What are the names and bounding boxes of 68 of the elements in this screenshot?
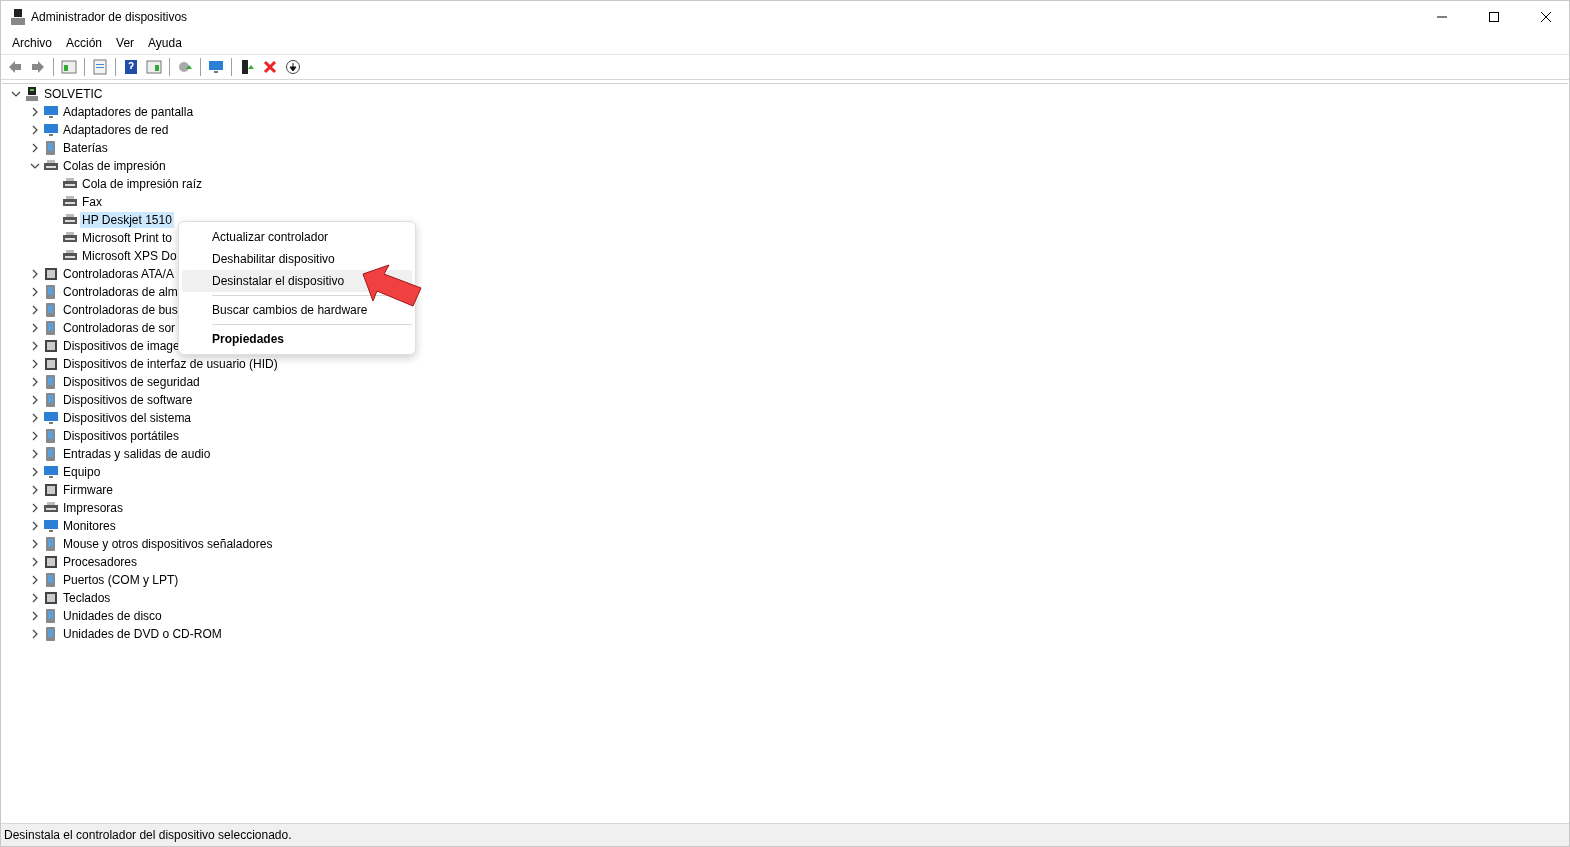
tree-item[interactable]: Dispositivos de image [61, 338, 182, 354]
chip-icon [43, 338, 59, 354]
tree-item[interactable]: SOLVETIC [42, 86, 105, 102]
tree-item[interactable]: Microsoft Print to [80, 230, 175, 246]
help-icon [123, 59, 139, 75]
menu-option[interactable]: Propiedades [182, 328, 412, 350]
window-title: Administrador de dispositivos [31, 9, 189, 24]
tree-item[interactable]: Procesadores [61, 554, 140, 570]
menu-option[interactable]: Buscar cambios de hardware [182, 299, 412, 321]
menu-item[interactable]: Ayuda [141, 36, 189, 50]
tree-item[interactable]: Equipo [61, 464, 103, 480]
menu-item[interactable]: Ver [109, 36, 142, 50]
panel-icon [146, 59, 162, 75]
monitor-icon [208, 59, 224, 75]
tree-item[interactable]: Dispositivos portátiles [61, 428, 182, 444]
computer-icon [24, 86, 40, 102]
chip-icon [43, 554, 59, 570]
properties-icon [92, 59, 108, 75]
menu-item[interactable]: Archivo [5, 36, 59, 50]
tree-item[interactable]: Puertos (COM y LPT) [61, 572, 181, 588]
close-icon [262, 59, 278, 75]
menu-option[interactable]: Actualizar controlador [182, 226, 412, 248]
close-icon [1541, 11, 1551, 22]
chip-icon [43, 266, 59, 282]
monitor-icon [43, 410, 59, 426]
download-icon [285, 59, 301, 75]
tree-item[interactable]: Adaptadores de red [61, 122, 171, 138]
tree-item[interactable]: Dispositivos de interfaz de usuario (HID) [61, 356, 280, 372]
panel-icon [61, 59, 77, 75]
tree-item[interactable]: Unidades de disco [61, 608, 164, 624]
forward-icon [30, 59, 46, 75]
tree-item[interactable]: Entradas y salidas de audio [61, 446, 213, 462]
tree-item[interactable]: HP Deskjet 1510 [80, 212, 174, 228]
tree-item[interactable]: Microsoft XPS Do [80, 248, 179, 264]
tree-item[interactable]: Baterías [61, 140, 110, 156]
tree-item[interactable]: Dispositivos de software [61, 392, 195, 408]
tree-item[interactable]: Fax [80, 194, 104, 210]
back-icon [7, 59, 23, 75]
update-icon [239, 59, 255, 75]
tree-item[interactable]: Impresoras [61, 500, 126, 516]
tree-item[interactable]: Mouse y otros dispositivos señaladores [61, 536, 275, 552]
maximize-icon [1489, 11, 1499, 22]
monitor-icon [43, 518, 59, 534]
tree-item[interactable]: Controladoras ATA/A [61, 266, 176, 282]
tree-item[interactable]: Controladoras de alm [61, 284, 180, 300]
tree-item[interactable]: Controladoras de bus [61, 302, 180, 318]
monitor-icon [43, 122, 59, 138]
tree-item[interactable]: Adaptadores de pantalla [61, 104, 196, 120]
toolbar-button[interactable] [283, 57, 303, 77]
chip-icon [43, 482, 59, 498]
tree-item[interactable]: Firmware [61, 482, 115, 498]
tree-item[interactable]: Dispositivos del sistema [61, 410, 194, 426]
computer-icon [11, 8, 25, 25]
monitor-icon [43, 464, 59, 480]
status-text: Desinstala el controlador del dispositivo seleccionado. [4, 828, 292, 842]
tree-item[interactable]: Unidades de DVD o CD-ROM [61, 626, 224, 642]
monitor-icon [43, 104, 59, 120]
chip-icon [43, 356, 59, 372]
menu-item[interactable]: Acción [59, 36, 110, 50]
tree-item[interactable]: Colas de impresión [61, 158, 168, 174]
tree-item[interactable]: Teclados [61, 590, 113, 606]
tree-item[interactable]: Cola de impresión raíz [80, 176, 205, 192]
tree-item[interactable]: Dispositivos de seguridad [61, 374, 202, 390]
menu-option[interactable]: Deshabilitar dispositivo [182, 248, 412, 270]
chip-icon [43, 590, 59, 606]
tree-item[interactable]: Controladoras de sor [61, 320, 178, 336]
gear-icon [177, 59, 193, 75]
tree-item[interactable]: Monitores [61, 518, 118, 534]
